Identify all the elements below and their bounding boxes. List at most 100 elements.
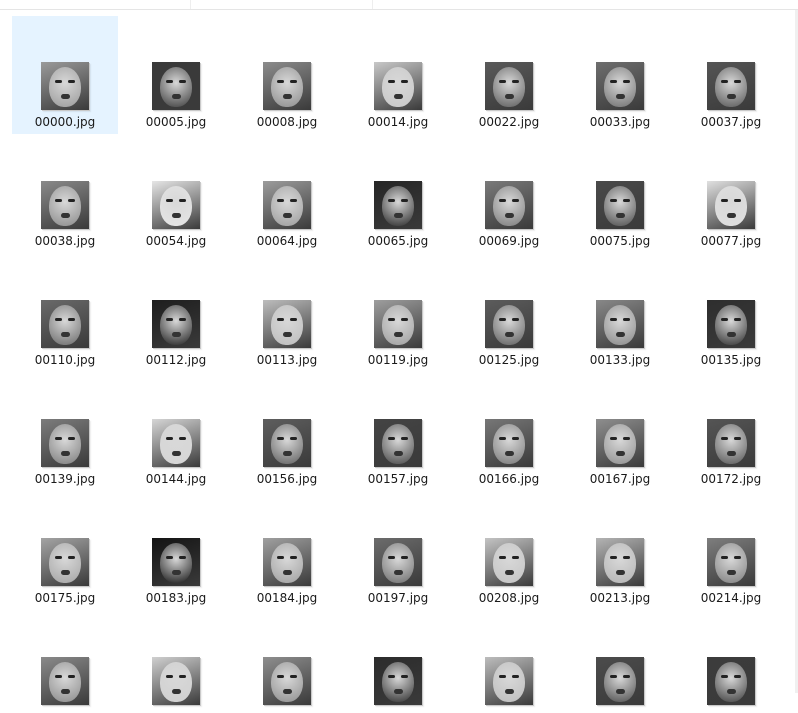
face-shape (715, 543, 747, 583)
image-thumbnail (596, 181, 644, 229)
file-item[interactable]: 00133.jpg (567, 254, 673, 372)
image-thumbnail (41, 538, 89, 586)
face-shape (604, 305, 636, 345)
file-item[interactable]: 00183.jpg (123, 492, 229, 610)
mouth-shape (727, 94, 736, 99)
face-shape (715, 424, 747, 464)
eye-shape (623, 199, 630, 202)
eye-shape (401, 318, 408, 321)
image-thumbnail (263, 538, 311, 586)
face-shape (49, 424, 81, 464)
file-name-label: 00038.jpg (34, 234, 96, 248)
image-thumbnail (596, 419, 644, 467)
eye-shape (734, 437, 741, 440)
face-shape (715, 67, 747, 107)
file-name-label: 00022.jpg (478, 115, 540, 129)
eye-shape (401, 199, 408, 202)
file-item[interactable]: 00065.jpg (345, 135, 451, 253)
eye-shape (721, 675, 728, 678)
file-item[interactable]: 00069.jpg (456, 135, 562, 253)
file-item[interactable]: 00213.jpg (567, 492, 673, 610)
file-item[interactable]: 00144.jpg (123, 373, 229, 491)
mouth-shape (727, 451, 736, 456)
face-shape (493, 424, 525, 464)
file-item[interactable] (123, 611, 229, 713)
file-item[interactable]: 00033.jpg (567, 16, 673, 134)
file-item[interactable]: 00125.jpg (456, 254, 562, 372)
eye-shape (512, 675, 519, 678)
image-thumbnail (374, 657, 422, 705)
image-thumbnail (485, 300, 533, 348)
file-item[interactable]: 00000.jpg (12, 16, 118, 134)
file-item[interactable]: 00038.jpg (12, 135, 118, 253)
mouth-shape (61, 689, 70, 694)
image-thumbnail (596, 657, 644, 705)
eye-shape (623, 556, 630, 559)
file-item[interactable]: 00214.jpg (678, 492, 784, 610)
eye-shape (388, 318, 395, 321)
face-shape (382, 424, 414, 464)
eye-shape (499, 80, 506, 83)
eye-shape (734, 318, 741, 321)
file-name-label: 00033.jpg (589, 115, 651, 129)
mouth-shape (61, 94, 70, 99)
file-item[interactable] (345, 611, 451, 713)
eye-shape (512, 80, 519, 83)
file-item[interactable]: 00075.jpg (567, 135, 673, 253)
eye-shape (401, 675, 408, 678)
image-thumbnail (485, 62, 533, 110)
image-thumbnail (596, 62, 644, 110)
face-shape (271, 67, 303, 107)
mouth-shape (505, 213, 514, 218)
file-item[interactable]: 00166.jpg (456, 373, 562, 491)
file-name-label: 00054.jpg (145, 234, 207, 248)
file-name-label: 00197.jpg (367, 591, 429, 605)
file-item[interactable]: 00139.jpg (12, 373, 118, 491)
image-thumbnail (374, 419, 422, 467)
file-item[interactable]: 00064.jpg (234, 135, 340, 253)
face-shape (604, 662, 636, 702)
face-shape (160, 305, 192, 345)
file-item[interactable]: 00037.jpg (678, 16, 784, 134)
file-item[interactable]: 00005.jpg (123, 16, 229, 134)
file-item[interactable]: 00119.jpg (345, 254, 451, 372)
file-item[interactable]: 00022.jpg (456, 16, 562, 134)
file-item[interactable] (567, 611, 673, 713)
mouth-shape (283, 570, 292, 575)
file-item[interactable]: 00197.jpg (345, 492, 451, 610)
file-item[interactable]: 00175.jpg (12, 492, 118, 610)
file-item[interactable]: 00135.jpg (678, 254, 784, 372)
file-item[interactable] (456, 611, 562, 713)
file-item[interactable]: 00167.jpg (567, 373, 673, 491)
file-item[interactable]: 00157.jpg (345, 373, 451, 491)
file-item[interactable]: 00156.jpg (234, 373, 340, 491)
file-item[interactable]: 00113.jpg (234, 254, 340, 372)
file-item[interactable]: 00172.jpg (678, 373, 784, 491)
column-divider[interactable] (190, 0, 191, 9)
file-item[interactable]: 00054.jpg (123, 135, 229, 253)
eye-shape (68, 556, 75, 559)
file-item[interactable] (12, 611, 118, 713)
face-shape (604, 424, 636, 464)
file-item[interactable] (234, 611, 340, 713)
file-item[interactable]: 00077.jpg (678, 135, 784, 253)
mouth-shape (61, 570, 70, 575)
file-item[interactable]: 00008.jpg (234, 16, 340, 134)
file-item[interactable]: 00110.jpg (12, 254, 118, 372)
face-shape (715, 186, 747, 226)
face-shape (382, 543, 414, 583)
eye-shape (499, 437, 506, 440)
file-item[interactable] (678, 611, 784, 713)
face-shape (271, 424, 303, 464)
eye-shape (166, 318, 173, 321)
column-divider[interactable] (372, 0, 373, 9)
file-item[interactable]: 00184.jpg (234, 492, 340, 610)
file-item[interactable]: 00208.jpg (456, 492, 562, 610)
image-thumbnail (596, 300, 644, 348)
eye-shape (290, 675, 297, 678)
file-item[interactable]: 00014.jpg (345, 16, 451, 134)
file-item[interactable]: 00112.jpg (123, 254, 229, 372)
eye-shape (277, 437, 284, 440)
eye-shape (179, 675, 186, 678)
eye-shape (388, 556, 395, 559)
